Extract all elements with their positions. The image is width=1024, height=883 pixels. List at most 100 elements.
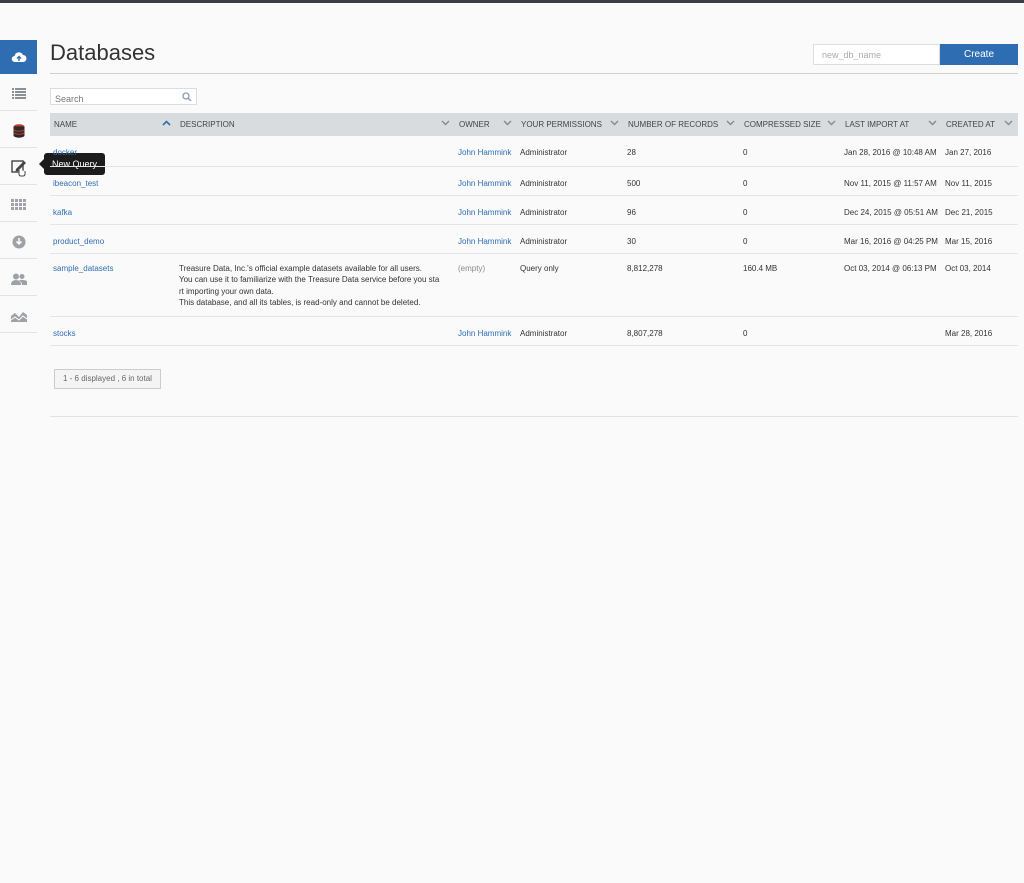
db-created: Mar 28, 2016 <box>942 316 1018 346</box>
db-records: 28 <box>624 136 740 167</box>
db-owner: (empty) <box>455 253 517 317</box>
database-icon <box>12 123 25 138</box>
db-owner-link[interactable]: John Hammink <box>455 316 517 346</box>
db-description <box>176 166 455 196</box>
db-size: 0 <box>740 224 841 254</box>
db-description: Treasure Data, Inc.'s official example d… <box>176 253 455 317</box>
db-description <box>176 136 455 167</box>
db-last-import: Dec 24, 2015 @ 05:51 AM <box>841 195 942 225</box>
db-created: Dec 21, 2015 <box>942 195 1018 225</box>
sidebar-item-new-query[interactable] <box>0 151 37 185</box>
db-name-link[interactable]: docker <box>50 136 176 167</box>
column-header-last-import[interactable]: LAST IMPORT AT <box>841 113 942 136</box>
db-size: 0 <box>740 316 841 346</box>
pagination-summary: 1 - 6 displayed , 6 in total <box>54 369 161 389</box>
db-size: 0 <box>740 195 841 225</box>
db-permissions: Administrator <box>517 136 624 167</box>
db-owner-link[interactable]: John Hammink <box>455 136 517 167</box>
search-box <box>50 88 197 107</box>
db-name-link[interactable]: stocks <box>50 316 176 346</box>
db-last-import <box>841 316 942 346</box>
search-input[interactable] <box>51 91 179 107</box>
sidebar-item-import[interactable] <box>0 40 37 74</box>
db-permissions: Administrator <box>517 316 624 346</box>
table-row: sample_datasets Treasure Data, Inc.'s of… <box>50 253 1018 317</box>
db-owner-link[interactable]: John Hammink <box>455 166 517 196</box>
db-last-import: Jan 28, 2016 @ 10:48 AM <box>841 136 942 167</box>
table-row: ibeacon_test John Hammink Administrator … <box>50 166 1018 196</box>
chevron-down-icon[interactable] <box>928 120 937 126</box>
sidebar-item-analytics[interactable] <box>0 299 37 333</box>
column-header-name[interactable]: NAME <box>50 113 176 136</box>
db-created: Oct 03, 2014 <box>942 253 1018 317</box>
description-line: Treasure Data, Inc.'s official example d… <box>179 263 422 273</box>
description-line: This database, and all its tables, is re… <box>179 298 421 307</box>
db-description <box>176 316 455 346</box>
table-header-row: NAME DESCRIPTION OWNER YOUR PERMISSIONS … <box>50 113 1018 136</box>
column-header-records[interactable]: NUMBER OF RECORDS <box>624 113 740 136</box>
sidebar-item-export[interactable] <box>0 225 37 259</box>
db-permissions: Query only <box>517 253 624 317</box>
column-header-owner[interactable]: OWNER <box>455 113 517 136</box>
db-description <box>176 224 455 254</box>
chevron-down-icon[interactable] <box>726 120 735 126</box>
db-size: 160.4 MB <box>740 253 841 317</box>
content-divider <box>50 416 1018 417</box>
page-title: Databases <box>50 40 156 65</box>
db-name-link[interactable]: ibeacon_test <box>50 166 176 196</box>
db-created: Mar 15, 2016 <box>942 224 1018 254</box>
chevron-down-icon[interactable] <box>441 120 450 126</box>
chevron-down-icon[interactable] <box>827 120 836 126</box>
db-records: 8,807,278 <box>624 316 740 346</box>
description-line: rt importing your own data. <box>179 286 274 296</box>
list-icon <box>11 88 26 99</box>
db-permissions: Administrator <box>517 195 624 225</box>
db-last-import: Nov 11, 2015 @ 11:57 AM <box>841 166 942 196</box>
chevron-down-icon[interactable] <box>503 120 512 126</box>
create-button[interactable]: Create <box>940 44 1018 65</box>
chevron-down-icon[interactable] <box>610 120 619 126</box>
db-permissions: Administrator <box>517 224 624 254</box>
new-query-icon <box>10 159 26 176</box>
top-bar <box>0 0 1024 3</box>
db-created: Jan 27, 2016 <box>942 136 1018 167</box>
grid-icon <box>11 199 26 210</box>
db-size: 0 <box>740 136 841 167</box>
db-name-link[interactable]: kafka <box>50 195 176 225</box>
chart-icon <box>10 311 27 322</box>
db-records: 30 <box>624 224 740 254</box>
sort-asc-icon[interactable] <box>162 120 171 126</box>
sidebar-item-databases[interactable] <box>0 114 37 148</box>
databases-table: NAME DESCRIPTION OWNER YOUR PERMISSIONS … <box>50 113 1018 346</box>
db-name-link[interactable]: sample_datasets <box>50 253 176 317</box>
column-header-permissions[interactable]: YOUR PERMISSIONS <box>517 113 624 136</box>
db-created: Nov 11, 2015 <box>942 166 1018 196</box>
search-icon[interactable] <box>182 92 192 102</box>
db-records: 500 <box>624 166 740 196</box>
db-records: 96 <box>624 195 740 225</box>
sidebar-item-users[interactable] <box>0 262 37 296</box>
column-header-created[interactable]: CREATED AT <box>942 113 1018 136</box>
download-icon <box>12 235 25 248</box>
db-description <box>176 195 455 225</box>
db-size: 0 <box>740 166 841 196</box>
column-header-size[interactable]: COMPRESSED SIZE <box>740 113 841 136</box>
header-divider <box>50 73 1018 74</box>
db-records: 8,812,278 <box>624 253 740 317</box>
table-row: stocks John Hammink Administrator 8,807,… <box>50 316 1018 346</box>
db-permissions: Administrator <box>517 166 624 196</box>
db-name-link[interactable]: product_demo <box>50 224 176 254</box>
users-icon <box>10 273 27 285</box>
sidebar-item-workflows[interactable] <box>0 188 37 222</box>
table-row: kafka John Hammink Administrator 96 0 De… <box>50 195 1018 225</box>
cloud-upload-icon <box>11 52 26 63</box>
new-db-name-input[interactable] <box>813 44 940 65</box>
sidebar-item-jobs[interactable] <box>0 77 37 111</box>
db-owner-link[interactable]: John Hammink <box>455 224 517 254</box>
description-line: You can use it to familiarize with the T… <box>179 275 440 284</box>
table-row: product_demo John Hammink Administrator … <box>50 224 1018 254</box>
table-row: docker John Hammink Administrator 28 0 J… <box>50 136 1018 167</box>
chevron-down-icon[interactable] <box>1004 120 1013 126</box>
column-header-description[interactable]: DESCRIPTION <box>176 113 455 136</box>
db-owner-link[interactable]: John Hammink <box>455 195 517 225</box>
